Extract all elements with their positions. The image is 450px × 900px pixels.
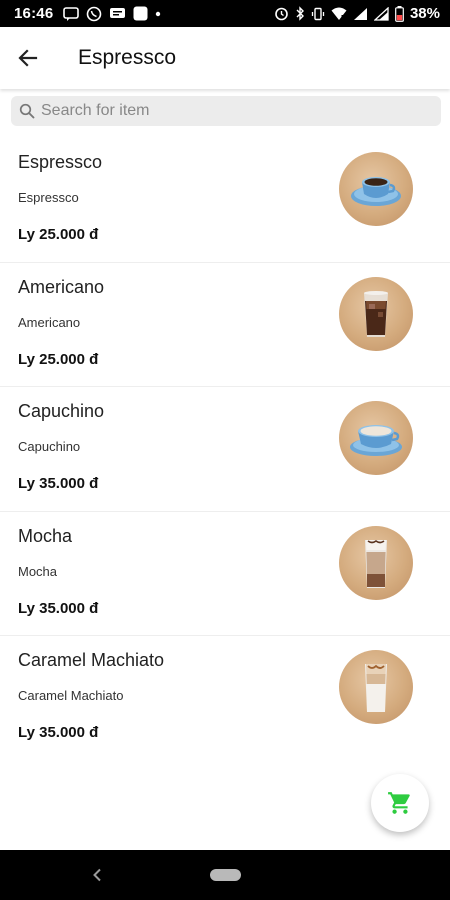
nav-home-pill[interactable] <box>210 869 241 881</box>
vibrate-icon <box>311 7 325 21</box>
message-icon <box>63 6 80 21</box>
battery-percent: 38% <box>409 5 440 22</box>
status-time: 16:46 <box>14 5 54 22</box>
espresso-cup-image <box>339 152 413 226</box>
search-icon <box>19 103 35 119</box>
item-list: Espressco Espressco Ly 25.000 đ American… <box>0 138 450 761</box>
viber-icon <box>86 6 102 22</box>
item-name: Caramel Machiato <box>18 650 165 670</box>
page-title: Espressco <box>78 46 177 69</box>
list-item[interactable]: Mocha Mocha Ly 35.000 đ <box>0 512 450 636</box>
item-description: Espressco <box>18 190 79 205</box>
arrow-left-icon <box>18 49 38 67</box>
list-item[interactable]: Americano Americano Ly 25.000 đ <box>0 263 450 387</box>
item-name: Americano <box>18 276 105 297</box>
list-item[interactable]: Caramel Machiato Caramel Machiato Ly 35.… <box>0 636 450 761</box>
item-price: Ly 25.000 đ <box>18 226 99 243</box>
item-price: Ly 35.000 đ <box>18 475 99 492</box>
item-name: Mocha <box>18 525 73 546</box>
search-bar[interactable] <box>11 96 441 126</box>
app-bar: Espressco <box>0 27 450 89</box>
search-input[interactable] <box>41 102 421 120</box>
signal-icon-2 <box>373 6 389 21</box>
cart-button[interactable] <box>371 774 429 832</box>
bluetooth-icon <box>295 6 305 21</box>
nav-back-button[interactable] <box>86 864 108 886</box>
item-description: Caramel Machiato <box>18 688 124 703</box>
notification-icons <box>63 6 161 22</box>
cart-icon <box>388 792 410 814</box>
navigation-bar <box>0 850 450 900</box>
item-description: Mocha <box>18 563 58 579</box>
wifi-icon <box>331 7 347 21</box>
status-bar: 16:46 38% <box>0 0 450 27</box>
item-name: Espressco <box>18 152 103 172</box>
iced-glass-image <box>339 276 413 351</box>
chevron-left-icon <box>93 868 101 882</box>
item-price: Ly 35.000 đ <box>18 599 99 617</box>
mocha-glass-image <box>339 525 413 600</box>
item-name: Capuchino <box>18 401 105 421</box>
chat-icon <box>109 7 126 21</box>
item-description: Capuchino <box>18 439 81 454</box>
macchiato-glass-image <box>339 650 413 724</box>
battery-icon <box>395 5 404 22</box>
alarm-icon <box>274 6 289 21</box>
item-price: Ly 35.000 đ <box>18 724 99 741</box>
back-button[interactable] <box>2 32 54 84</box>
list-item[interactable]: Espressco Espressco Ly 25.000 đ <box>0 138 450 263</box>
cappuccino-cup-image <box>339 401 413 475</box>
list-item[interactable]: Capuchino Capuchino Ly 35.000 đ <box>0 387 450 512</box>
square-app-icon <box>133 6 148 21</box>
signal-icon <box>353 7 368 21</box>
system-icons: 38% <box>274 5 440 22</box>
item-price: Ly 25.000 đ <box>18 350 99 368</box>
dot-icon <box>155 11 161 17</box>
item-description: Americano <box>18 314 81 330</box>
